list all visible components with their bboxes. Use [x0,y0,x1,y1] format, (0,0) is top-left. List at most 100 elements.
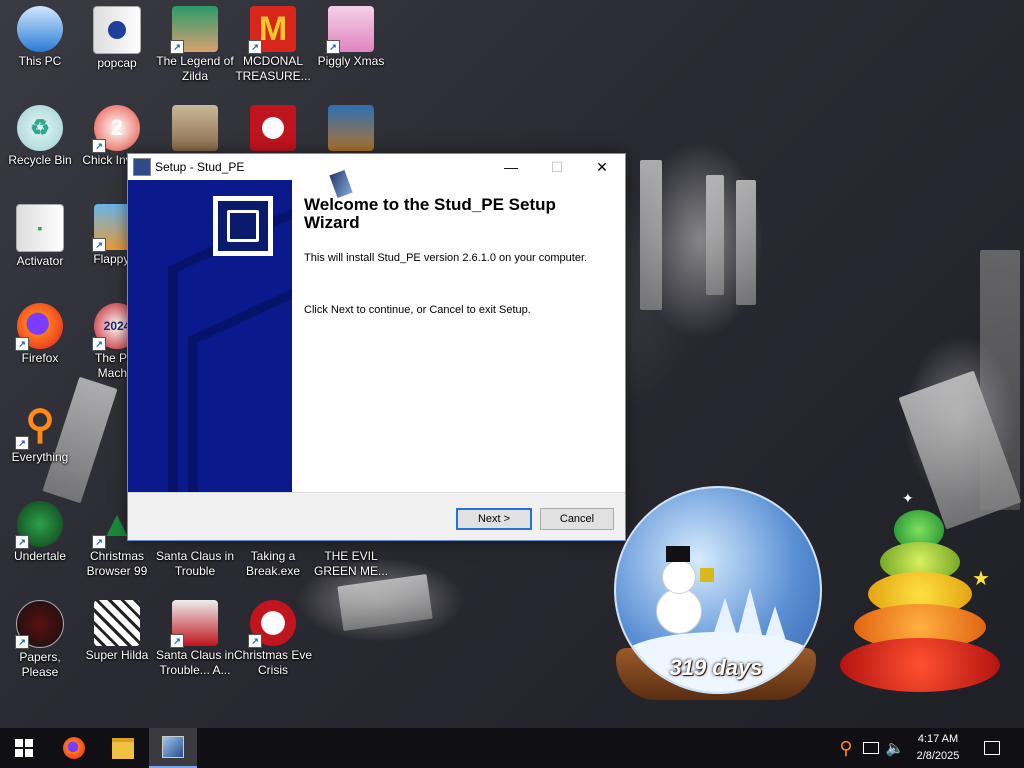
everything-search-icon: ⚲ [839,737,853,758]
mcdonalds-icon: M ↗ [248,6,296,54]
game-icon [94,600,140,646]
network-icon [863,742,879,754]
wallpaper-slab [640,160,662,310]
desktop-icon-label: Piggly Xmas [317,54,385,68]
desktop-icon-label: Undertale [13,549,67,563]
desktop-icon-label: This PC [18,54,62,68]
game-icon [328,105,374,151]
desktop-icon-snowman[interactable] [233,105,313,153]
shortcut-arrow-icon: ↗ [170,40,184,54]
windows-start-icon [15,739,33,757]
folder-icon [93,6,141,54]
setup-icon [162,736,184,758]
desktop-icon-label: The Legend of Zilda [156,54,234,83]
firefox-icon [63,737,85,759]
santa-icon: ↗ [170,600,218,648]
desktop-icon-label: Everything [11,450,69,464]
dialog-title: Setup - Stud_PE [155,160,245,174]
desktop-icon-seasons[interactable] [155,105,235,153]
desktop-icon-label: Christmas Eve Crisis [233,648,313,677]
wallpaper-slab [736,180,756,305]
desktop-icon-label: Taking a Break.exe [245,549,301,578]
desktop-icon-papers-please[interactable]: ↗ Papers, Please [0,600,80,680]
shortcut-arrow-icon: ↗ [15,635,29,649]
desktop-icon-mcdonal-treasure[interactable]: M ↗ MCDONAL TREASURE... [233,6,313,84]
notification-button[interactable] [978,728,1006,768]
desktop-icon-legend-of-zilda[interactable]: ↗ The Legend of Zilda [155,6,235,84]
wizard-side-image [128,180,292,492]
desktop-icon-super-hilda[interactable]: Super Hilda [77,600,157,663]
desktop-icon-popcap[interactable]: popcap [77,6,157,71]
shortcut-arrow-icon: ↗ [15,436,29,450]
wizard-install-text: This will install Stud_PE version 2.6.1.… [304,252,588,264]
desktop-icon-label: Activator [16,254,64,268]
close-button[interactable]: ✕ [579,154,625,180]
desktop-icon-label: Papers, Please [19,650,61,679]
wallpaper-slab [337,573,433,632]
christmas-tree-widget: ★ ✦ [832,490,1022,720]
computer-icon [17,6,63,52]
maximize-button: ☐ [550,158,564,175]
minimize-button[interactable]: — [488,154,534,180]
chicken-icon: 2 ↗ [92,105,140,153]
tray-volume[interactable]: 🔈 [884,728,906,768]
game-icon: ↗ [15,600,64,649]
shortcut-arrow-icon: ↗ [92,337,106,351]
desktop-icon-label: THE EVIL GREEN ME... [313,549,388,578]
game-icon [172,105,218,151]
desktop-icon-label: popcap [97,56,137,70]
shortcut-arrow-icon: ↗ [15,535,29,549]
taskbar-firefox[interactable] [50,728,98,768]
desktop-icon-teddy[interactable] [311,105,391,153]
tray-network[interactable] [860,728,882,768]
installer-logo-icon [213,196,273,256]
desktop-icon-undertale[interactable]: ↗ Undertale [0,501,80,564]
start-button[interactable] [0,728,48,768]
next-button[interactable]: Next > [456,508,532,530]
taskbar-setup[interactable] [149,728,197,768]
shortcut-arrow-icon: ↗ [92,535,106,549]
file-explorer-icon [112,737,134,759]
countdown-days: 319 days [669,655,763,680]
desktop-icon-activator[interactable]: ▪ Activator [0,204,80,269]
shortcut-arrow-icon: ↗ [92,139,106,153]
wizard-heading: Welcome to the Stud_PE Setup Wizard [304,195,556,232]
game-icon: ↗ [15,501,63,549]
search-icon: ⚲ ↗ [15,402,63,450]
desktop-icon-label: Santa Claus in Trouble [155,549,235,578]
wallpaper-slab [980,250,1020,510]
notification-icon [984,741,1000,755]
desktop-icon-christmas-eve-crisis[interactable]: ↗ Christmas Eve Crisis [233,600,313,678]
wallpaper-slab [706,175,724,295]
volume-icon: 🔈 [885,740,905,757]
setup-app-icon [133,158,151,176]
clock-time: 4:17 AM [917,733,959,745]
desktop-icon-label: Recycle Bin [8,153,72,167]
clock-date: 2/8/2025 [916,750,960,762]
desktop-icon-label: Firefox [21,351,59,365]
shortcut-arrow-icon: ↗ [326,40,340,54]
setup-dialog: Setup - Stud_PE — ☐ ✕ Welcome to the Stu… [127,153,626,541]
desktop-icon-label: Super Hilda [85,648,149,662]
dialog-button-row: Next > Cancel [128,492,625,541]
game-icon [250,105,296,151]
shortcut-arrow-icon: ↗ [15,337,29,351]
taskbar: ⚲ 🔈 4:17 AM 2/8/2025 [0,728,1024,768]
desktop-icon-everything[interactable]: ⚲ ↗ Everything [0,402,80,465]
shortcut-arrow-icon: ↗ [248,40,262,54]
shortcut-arrow-icon: ↗ [248,634,262,648]
cancel-button[interactable]: Cancel [540,508,614,530]
wizard-continue-text: Click Next to continue, or Cancel to exi… [304,304,531,316]
desktop-icon-recycle-bin[interactable]: ♻ Recycle Bin [0,105,80,168]
desktop-icon-this-pc[interactable]: This PC [0,6,80,69]
pig-icon: ↗ [326,6,374,54]
desktop-icon-piggly-xmas[interactable]: ↗ Piggly Xmas [311,6,391,69]
game-icon: ↗ [170,6,218,54]
tray-everything-search[interactable]: ⚲ [836,728,856,768]
dialog-titlebar[interactable]: Setup - Stud_PE — ☐ ✕ [128,154,625,180]
desktop-icon-santa-trouble-a[interactable]: ↗ Santa Claus in Trouble... A... [155,600,235,678]
taskbar-clock[interactable]: 4:17 AM 2/8/2025 [908,731,968,765]
taskbar-file-explorer[interactable] [99,728,147,768]
desktop-icon-firefox[interactable]: ↗ Firefox [0,303,80,366]
firefox-icon: ↗ [15,303,63,351]
